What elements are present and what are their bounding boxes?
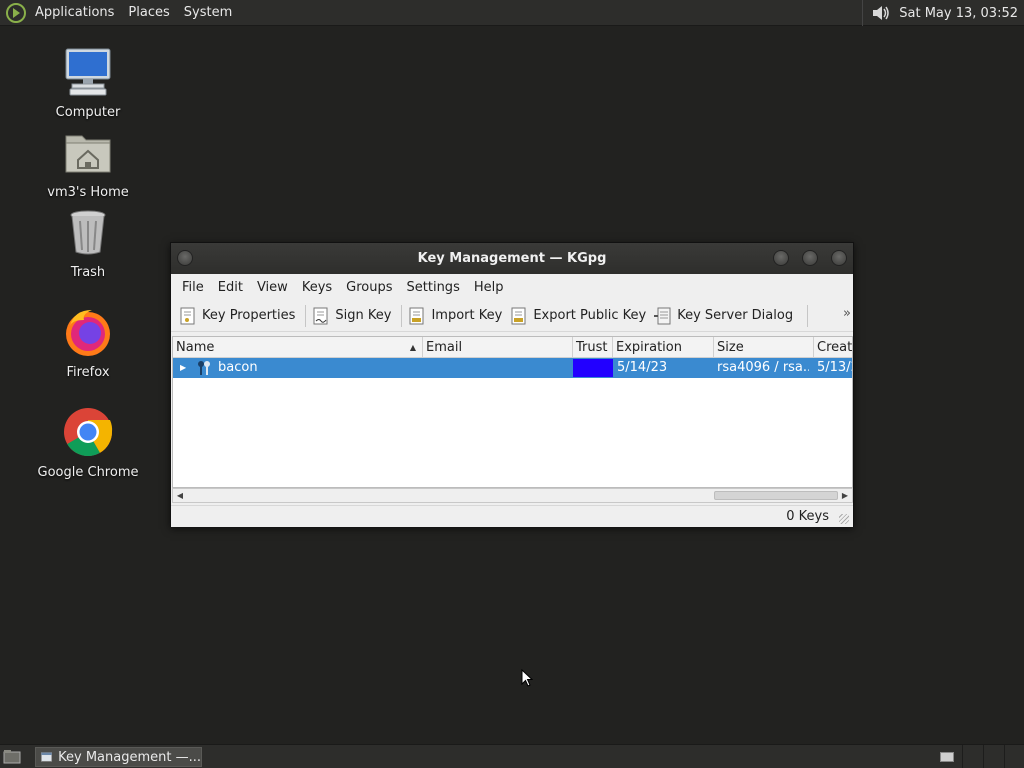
column-header-expiration[interactable]: Expiration bbox=[613, 337, 714, 358]
workspace-divider bbox=[983, 745, 984, 768]
toolbar-label: Import Key bbox=[431, 308, 503, 323]
scroll-right-arrow-icon[interactable]: ▶ bbox=[838, 489, 852, 502]
tray-separator bbox=[862, 0, 864, 26]
column-header-email[interactable]: Email bbox=[423, 337, 573, 358]
computer-icon bbox=[65, 48, 111, 96]
minimize-button[interactable] bbox=[773, 250, 789, 266]
export-key-icon bbox=[511, 307, 526, 324]
toolbar-separator bbox=[401, 304, 403, 327]
menu-settings[interactable]: Settings bbox=[400, 280, 467, 295]
top-panel-tray: Sat May 13, 03:52 bbox=[862, 0, 1024, 26]
menu-groups[interactable]: Groups bbox=[339, 280, 399, 295]
key-size: rsa4096 / rsa... bbox=[717, 360, 809, 375]
distro-logo-icon[interactable] bbox=[5, 2, 27, 24]
window-icon bbox=[41, 752, 53, 762]
toolbar-label: Export Public Key bbox=[533, 308, 647, 323]
places-menu[interactable]: Places bbox=[121, 0, 176, 26]
expand-arrow-icon[interactable]: ▶ bbox=[180, 358, 186, 378]
desktop-icon-home[interactable]: vm3's Home bbox=[33, 126, 143, 200]
volume-icon[interactable] bbox=[871, 3, 891, 23]
menu-edit[interactable]: Edit bbox=[211, 280, 250, 295]
menu-keys[interactable]: Keys bbox=[295, 280, 339, 295]
desktop-icon-label: Trash bbox=[70, 265, 106, 280]
column-header-label: Name bbox=[176, 340, 215, 355]
scrollbar-thumb[interactable] bbox=[714, 491, 838, 500]
status-bar: 0 Keys bbox=[171, 505, 853, 527]
desktop-icon-label: Google Chrome bbox=[37, 465, 139, 480]
key-count: 0 Keys bbox=[786, 509, 829, 524]
applications-menu[interactable]: Applications bbox=[28, 0, 121, 26]
workspace-divider bbox=[962, 745, 963, 768]
key-name: bacon bbox=[218, 360, 258, 375]
column-header-size[interactable]: Size bbox=[714, 337, 814, 358]
key-server-icon bbox=[654, 307, 671, 324]
taskbar-button-label: Key Management —... bbox=[58, 749, 201, 765]
chrome-icon bbox=[64, 408, 113, 457]
toolbar-overflow-button[interactable]: » bbox=[843, 306, 851, 321]
table-row[interactable]: ▶ bacon 5/14/23 rsa4096 / rsa... 5/13/2 bbox=[173, 358, 852, 378]
toolbar-label: Key Properties bbox=[202, 308, 296, 323]
top-panel: Applications Places System Sat May 13, 0… bbox=[0, 0, 1024, 26]
menubar: File Edit View Keys Groups Settings Help bbox=[171, 274, 853, 300]
key-server-dialog-button[interactable]: Key Server Dialog bbox=[652, 302, 799, 330]
maximize-button[interactable] bbox=[802, 250, 818, 266]
column-header-name[interactable]: Name ▲ bbox=[173, 337, 423, 358]
clock[interactable]: Sat May 13, 03:52 bbox=[891, 6, 1024, 21]
desktop-icon-label: Firefox bbox=[66, 365, 110, 380]
sign-key-button[interactable]: Sign Key bbox=[310, 302, 397, 330]
toolbar-separator bbox=[305, 304, 307, 327]
key-properties-icon bbox=[180, 307, 195, 324]
sign-key-icon bbox=[313, 307, 328, 324]
column-header-trust[interactable]: Trust bbox=[573, 337, 613, 358]
toolbar: Key Properties Sign Key Import Key Expor… bbox=[171, 300, 853, 332]
desktop-icon-firefox[interactable]: Firefox bbox=[33, 306, 143, 380]
desktop-icon-label: vm3's Home bbox=[47, 185, 129, 200]
scroll-left-arrow-icon[interactable]: ◀ bbox=[173, 489, 187, 502]
desktop-icon-computer[interactable]: Computer bbox=[33, 46, 143, 120]
workspace-divider bbox=[1004, 745, 1005, 768]
desktop-icon-chrome[interactable]: Google Chrome bbox=[33, 406, 143, 480]
taskbar-button-kgpg[interactable]: Key Management —... bbox=[35, 747, 202, 767]
window-titlebar[interactable]: Key Management — KGpg bbox=[171, 243, 853, 274]
sort-ascending-icon: ▲ bbox=[409, 343, 416, 352]
key-properties-button[interactable]: Key Properties bbox=[177, 302, 301, 330]
menu-help[interactable]: Help bbox=[467, 280, 511, 295]
horizontal-scrollbar[interactable]: ◀ ▶ bbox=[172, 488, 853, 503]
mouse-cursor-icon bbox=[521, 669, 533, 687]
key-list[interactable]: Name ▲ Email Trust Expiration Size Creat… bbox=[172, 336, 853, 488]
show-desktop-icon[interactable] bbox=[3, 749, 21, 764]
resize-grip[interactable] bbox=[839, 514, 849, 524]
top-menu: Applications Places System bbox=[0, 0, 239, 26]
export-public-key-button[interactable]: Export Public Key bbox=[508, 302, 652, 330]
import-key-icon bbox=[409, 307, 424, 324]
kgpg-window: Key Management — KGpg File Edit View Key… bbox=[170, 242, 854, 527]
window-title: Key Management — KGpg bbox=[417, 251, 607, 266]
key-list-header: Name ▲ Email Trust Expiration Size Creat… bbox=[173, 337, 852, 358]
system-menu[interactable]: System bbox=[177, 0, 239, 26]
workspace-switcher-icon[interactable] bbox=[940, 752, 954, 762]
toolbar-label: Sign Key bbox=[335, 308, 392, 323]
key-expiration: 5/14/23 bbox=[617, 360, 668, 375]
column-header-creation[interactable]: Creatio bbox=[814, 337, 852, 358]
key-creation: 5/13/2 bbox=[817, 360, 852, 375]
key-trust-indicator bbox=[573, 359, 613, 377]
import-key-button[interactable]: Import Key bbox=[406, 302, 508, 330]
home-folder-icon bbox=[65, 135, 111, 173]
menu-file[interactable]: File bbox=[175, 280, 211, 295]
close-button[interactable] bbox=[831, 250, 847, 266]
trash-icon bbox=[70, 210, 106, 255]
menu-view[interactable]: View bbox=[250, 280, 295, 295]
key-pair-icon bbox=[198, 361, 210, 375]
bottom-panel: Key Management —... bbox=[0, 744, 1024, 768]
desktop-icon-label: Computer bbox=[55, 105, 121, 120]
toolbar-label: Key Server Dialog bbox=[677, 308, 794, 323]
desktop-icon-trash[interactable]: Trash bbox=[33, 206, 143, 280]
toolbar-separator bbox=[807, 304, 809, 327]
firefox-icon bbox=[66, 310, 110, 356]
